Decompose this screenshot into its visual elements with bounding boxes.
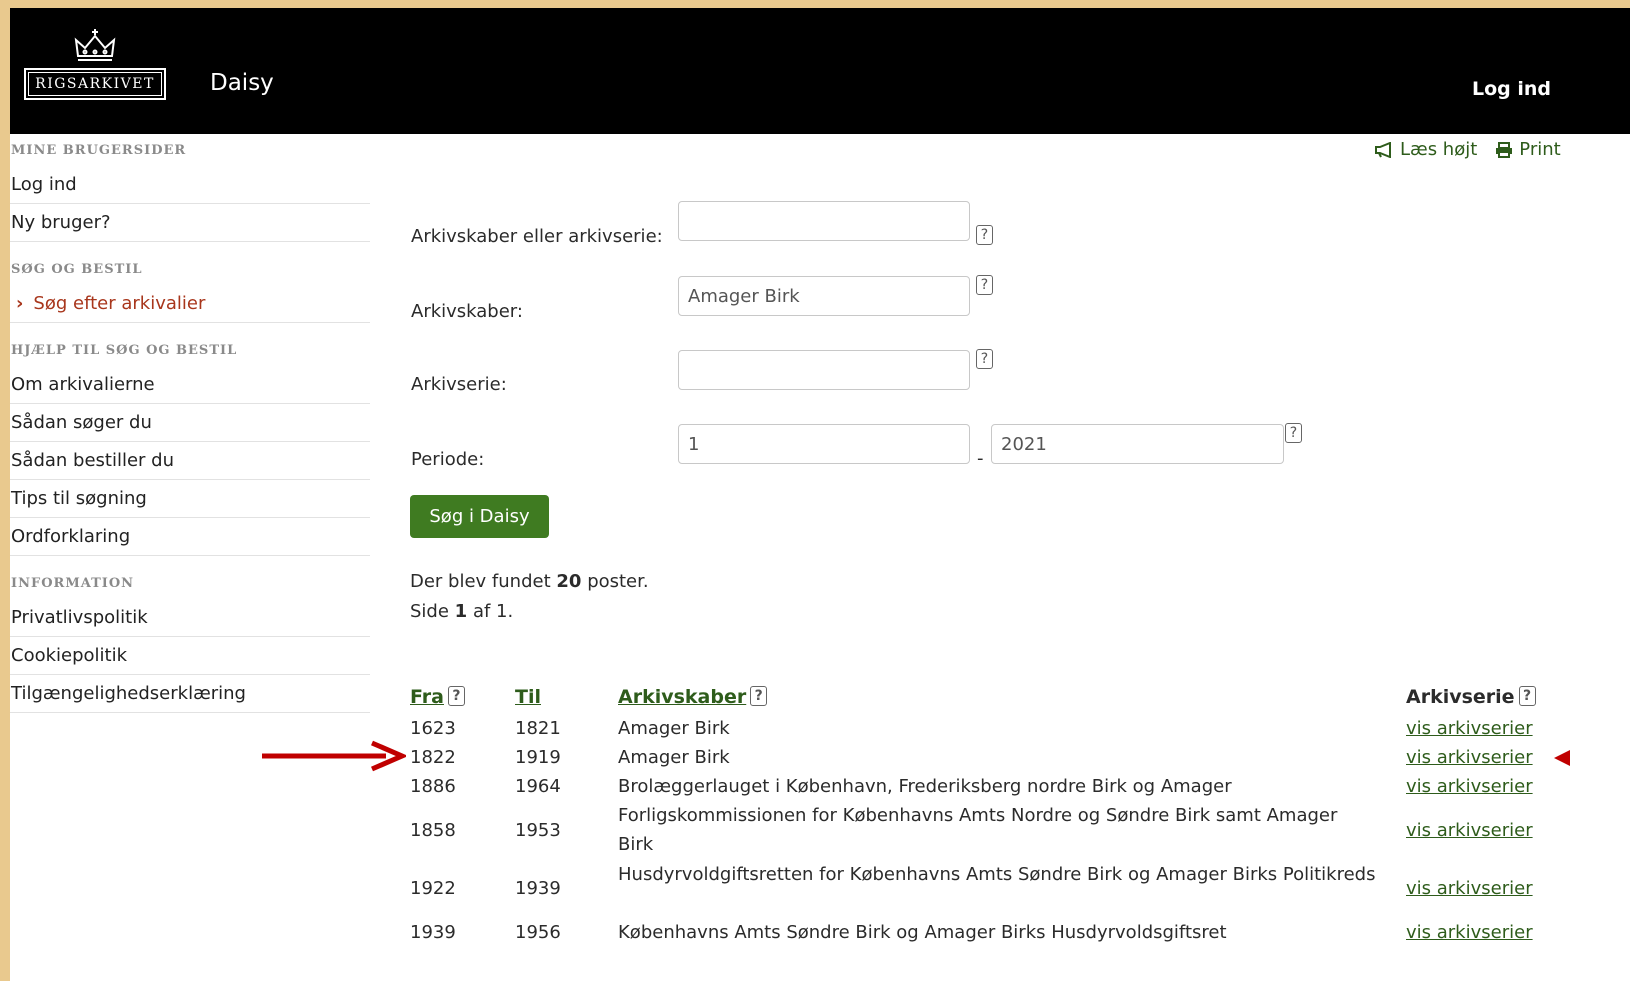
view-series-link[interactable]: vis arkivserier [1406,747,1533,768]
sort-creator-link[interactable]: Arkivskaber [618,686,746,708]
table-cell-from: 1922 [410,878,456,899]
table-cell-creator: Husdyrvoldgiftsretten for Københavns Amt… [618,864,1376,885]
creator-or-series-label: Arkivskaber eller arkivserie: [411,226,663,247]
series-input[interactable] [678,350,970,390]
page-suffix: af 1. [472,601,514,622]
creator-input[interactable]: Amager Birk [678,276,970,316]
read-aloud-label: Læs højt [1400,139,1478,160]
section-heading-help: HJÆLP TIL SØG OG BESTIL [11,343,238,358]
page-current: 1 [454,601,468,622]
print-label: Print [1519,139,1561,160]
table-cell-to: 1956 [515,922,561,943]
sidebar-item-cookies[interactable]: Cookiepolitik [10,637,370,675]
sidebar-nav: MINE BRUGERSIDER Log ind Ny bruger? SØG … [10,134,370,713]
table-cell-to: 1953 [515,820,561,841]
creator-or-series-input[interactable] [678,201,970,241]
read-aloud-button[interactable]: Læs højt [1374,139,1477,160]
section-heading-information: INFORMATION [11,576,135,591]
view-series-link[interactable]: vis arkivserier [1406,776,1533,797]
view-series-link[interactable]: vis arkivserier [1406,718,1533,739]
period-from-input[interactable]: 1 [678,424,970,464]
sidebar-item-glossary[interactable]: Ordforklaring [10,518,370,556]
table-cell-creator: Københavns Amts Søndre Birk og Amager Bi… [618,922,1227,943]
help-icon[interactable]: ? [976,225,993,245]
sidebar-item-login[interactable]: Log ind [10,166,370,204]
table-cell-from: 1886 [410,776,456,797]
table-cell-to: 1939 [515,878,561,899]
period-separator: - [977,448,984,469]
view-series-link[interactable]: vis arkivserier [1406,922,1533,943]
series-header-label: Arkivserie [1406,686,1515,708]
print-button[interactable]: Print [1495,139,1561,160]
logo-text: RIGSARKIVET [28,72,162,96]
column-header-series: Arkivserie? [1406,685,1536,708]
view-series-link[interactable]: vis arkivserier [1406,820,1533,841]
series-label: Arkivserie: [411,374,507,395]
sidebar-item-search-archives[interactable]: › Søg efter arkivalier [10,285,370,323]
table-cell-creator: Amager Birk [618,747,730,768]
sidebar-item-new-user[interactable]: Ny bruger? [10,204,370,242]
table-cell-from: 1623 [410,718,456,739]
section-heading-my-pages: MINE BRUGERSIDER [11,143,187,158]
page-prefix: Side [410,601,449,622]
view-series-link[interactable]: vis arkivserier [1406,878,1533,899]
column-header-creator[interactable]: Arkivskaber? [618,685,768,708]
help-icon[interactable]: ? [1518,685,1536,706]
sort-from-link[interactable]: Fra [410,686,444,708]
table-cell-creator: Forligskommissionen for Københavns Amts … [618,805,1338,855]
table-cell-from: 1858 [410,820,456,841]
sidebar-item-label: Søg efter arkivalier [33,293,206,314]
rigsarkivet-logo[interactable]: RIGSARKIVET [24,68,166,100]
top-header: RIGSARKIVET Daisy Log ind [10,8,1630,134]
sidebar-item-privacy[interactable]: Privatlivspolitik [10,599,370,637]
period-to-input[interactable]: 2021 [991,424,1284,464]
sidebar-item-about-archives[interactable]: Om arkivalierne [10,366,370,404]
result-count-suffix: poster. [587,571,649,592]
red-arrowhead-annotation-icon [1554,750,1570,766]
help-icon[interactable]: ? [750,685,768,706]
result-count-number: 20 [556,571,582,592]
help-icon[interactable]: ? [976,349,993,369]
table-cell-to: 1821 [515,718,561,739]
table-cell-from: 1822 [410,747,456,768]
help-icon[interactable]: ? [976,275,993,295]
table-cell-to: 1919 [515,747,561,768]
app-title: Daisy [210,70,274,96]
help-icon[interactable]: ? [447,685,465,706]
table-cell-creator: Brolæggerlauget i København, Frederiksbe… [618,776,1232,797]
period-label: Periode: [411,449,485,470]
help-icon[interactable]: ? [1285,423,1302,443]
result-count: Der blev fundet 20 poster. [410,571,649,592]
table-cell-to: 1964 [515,776,561,797]
sidebar-item-how-to-search[interactable]: Sådan søger du [10,404,370,442]
section-heading-search-order: SØG OG BESTIL [11,262,143,277]
sidebar-item-search-tips[interactable]: Tips til søgning [10,480,370,518]
sidebar-item-accessibility[interactable]: Tilgængelighedserklæring [10,675,370,713]
page-tools: Læs højt Print [1374,139,1561,160]
creator-label: Arkivskaber: [411,301,523,322]
page-indicator: Side 1 af 1. [410,601,513,622]
search-daisy-button[interactable]: Søg i Daisy [410,495,549,538]
table-cell-creator: Amager Birk [618,718,730,739]
browser-page: RIGSARKIVET Daisy Log ind Læs højt Print… [10,8,1630,981]
printer-icon [1496,141,1513,158]
sidebar-item-how-to-order[interactable]: Sådan bestiller du [10,442,370,480]
red-arrow-annotation-icon [262,740,406,772]
megaphone-icon [1375,141,1391,158]
sort-to-link[interactable]: Til [515,686,541,708]
chevron-right-icon: › [16,293,24,314]
result-count-prefix: Der blev fundet [410,571,551,592]
crown-logo-icon [74,29,116,61]
column-header-from[interactable]: Fra? [410,685,465,708]
table-cell-from: 1939 [410,922,456,943]
header-login-link[interactable]: Log ind [1472,78,1551,100]
